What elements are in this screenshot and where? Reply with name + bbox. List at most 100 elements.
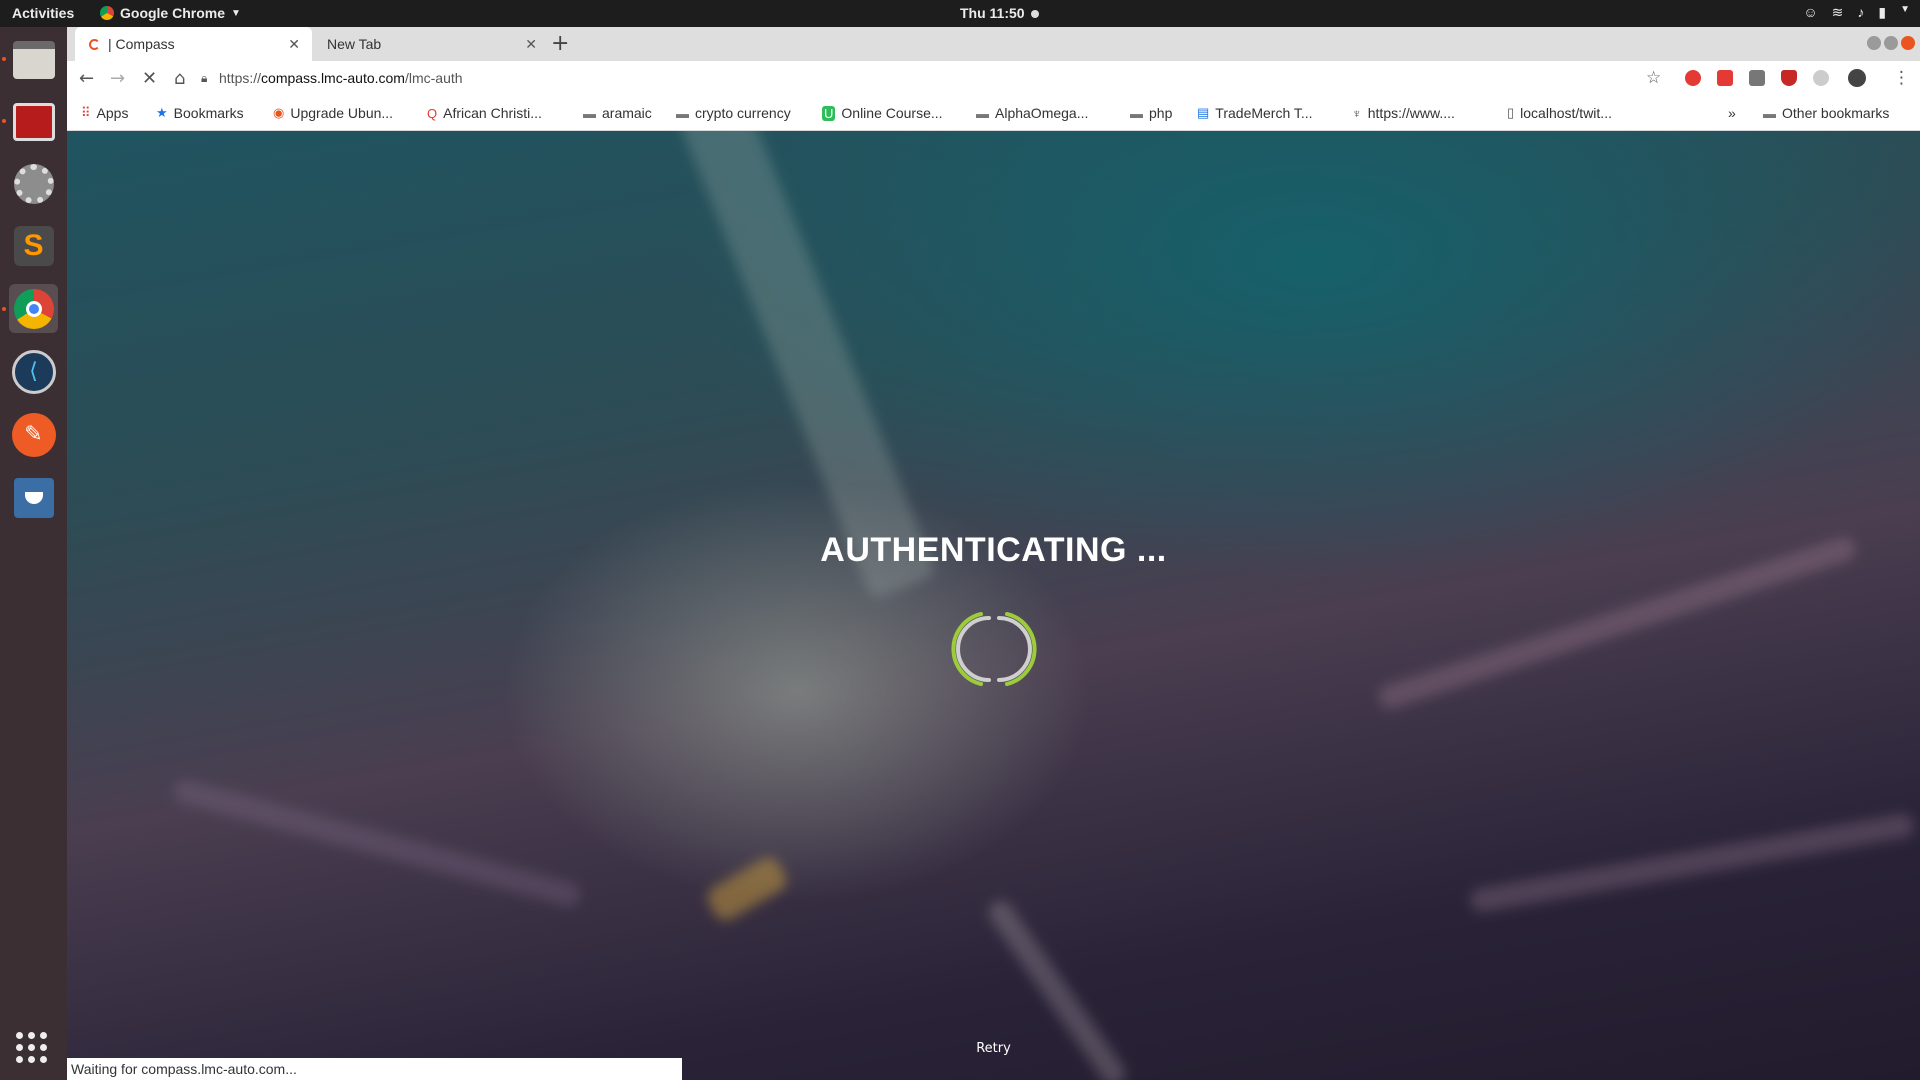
wifi-icon: ≋ [1831, 4, 1844, 20]
running-indicator [2, 307, 6, 311]
bookmark-african-christian[interactable]: Q African Christi... [427, 105, 542, 121]
page-content: AUTHENTICATING ... Retry [67, 131, 1920, 1080]
system-top-bar: Activities Google Chrome ▼ Thu 11:50 ☺ ≋… [0, 0, 1920, 27]
bookmark-aramaic[interactable]: ▬ aramaic [583, 105, 652, 121]
maximize-button[interactable] [1884, 36, 1898, 50]
bookmark-online-courses[interactable]: U Online Course... [822, 105, 943, 121]
dock-sublime-icon[interactable]: S [9, 221, 58, 270]
close-tab-icon[interactable]: ✕ [525, 36, 537, 53]
doc-icon: ▤ [1197, 105, 1210, 120]
bookmark-https-www[interactable]: ♆ https://www.... [1352, 105, 1455, 121]
trophy-icon: ♆ [1352, 105, 1362, 121]
folder-icon: ▬ [1130, 105, 1143, 121]
battery-icon: ▮ [1878, 4, 1887, 20]
background-light-streak [703, 853, 791, 925]
sync-extension-icon[interactable] [1813, 70, 1829, 86]
stop-loading-icon[interactable]: ✕ [142, 68, 157, 89]
user-icon: ☺ [1803, 4, 1818, 20]
bookmark-label: TradeMerch T... [1215, 105, 1313, 121]
youtube-extension-icon[interactable] [1717, 70, 1733, 86]
bookmark-label: Upgrade Ubun... [290, 105, 394, 121]
bookmark-label: aramaic [602, 105, 652, 121]
tab-compass[interactable]: | Compass ✕ [75, 27, 312, 61]
extension-icon[interactable] [1749, 70, 1765, 86]
running-indicator [2, 57, 6, 61]
dock-app-icon[interactable] [9, 473, 58, 522]
retry-link[interactable]: Retry [67, 1041, 1920, 1056]
system-tray[interactable]: ☺ ≋ ♪ ▮ ▼ [1803, 4, 1910, 21]
red-q-icon: Q [427, 105, 438, 121]
opera-extension-icon[interactable] [1685, 70, 1701, 86]
dock-settings-icon[interactable] [9, 159, 58, 208]
running-indicator [2, 119, 6, 123]
activities-button[interactable]: Activities [12, 5, 74, 21]
menu-kebab-icon[interactable]: ⋮ [1893, 68, 1910, 88]
url-scheme: https:// [219, 70, 262, 86]
url-path: /lmc-auth [404, 70, 463, 86]
show-applications-icon[interactable] [16, 1032, 48, 1064]
tab-label: New Tab [327, 36, 382, 52]
browser-toolbar: ← → ✕ ⌂ 🔒︎ https://compass.lmc-auto.com/… [67, 61, 1920, 97]
shield-extension-icon[interactable] [1781, 70, 1797, 86]
bookmarks-overflow-button[interactable]: » [1728, 105, 1736, 121]
page-icon: ▯ [1507, 105, 1515, 120]
dock-terminal-icon[interactable] [9, 97, 58, 146]
app-name: Google Chrome [120, 5, 226, 21]
tab-new-tab[interactable]: New Tab ✕ [313, 27, 549, 61]
authenticating-heading: AUTHENTICATING ... [820, 531, 1167, 569]
ubuntu-icon: ◉ [273, 105, 285, 120]
bookmark-label: AlphaOmega... [995, 105, 1089, 121]
tab-label: | Compass [108, 36, 175, 52]
url-host: compass.lmc-auto.com [261, 70, 405, 86]
lock-icon[interactable]: 🔒︎ [201, 71, 207, 86]
clock[interactable]: Thu 11:50 [960, 5, 1025, 21]
background-light-streak [1468, 812, 1916, 914]
dock-postman-icon[interactable]: ✎ [9, 410, 58, 459]
address-bar[interactable]: https://compass.lmc-auto.com/lmc-auth [219, 70, 463, 86]
chrome-small-icon [100, 6, 114, 20]
apps-grid-icon: ⠿ [81, 105, 91, 120]
dock-chrome-icon[interactable] [9, 284, 58, 333]
status-bubble: Waiting for compass.lmc-auto.com... [67, 1058, 682, 1080]
bookmark-other-bookmarks[interactable]: ▬ Other bookmarks [1763, 105, 1889, 121]
profile-avatar[interactable] [1848, 69, 1866, 87]
dock-files-icon[interactable] [9, 35, 58, 84]
app-menu[interactable]: Google Chrome ▼ [100, 5, 241, 21]
folder-icon: ▬ [1763, 105, 1776, 121]
bookmarks-bar: ⠿ Apps ★ Bookmarks ◉ Upgrade Ubun... Q Afric… [67, 97, 1920, 131]
bookmark-crypto-currency[interactable]: ▬ crypto currency [676, 105, 791, 121]
bookmark-label: php [1149, 105, 1173, 121]
browser-window: | Compass ✕ New Tab ✕ + ← → ✕ ⌂ 🔒︎ https… [67, 27, 1920, 131]
bookmark-alphaomega[interactable]: ▬ AlphaOmega... [976, 105, 1088, 121]
bookmark-localhost[interactable]: ▯ localhost/twit... [1507, 105, 1612, 121]
star-icon: ★ [156, 105, 168, 120]
bookmark-label: localhost/twit... [1520, 105, 1612, 121]
minimize-button[interactable] [1867, 36, 1881, 50]
bookmark-label: Bookmarks [173, 105, 244, 121]
loading-spinner-icon [89, 38, 100, 50]
bookmark-label: Online Course... [841, 105, 943, 121]
udemy-icon: U [822, 105, 836, 121]
bookmark-label: crypto currency [695, 105, 791, 121]
close-window-button[interactable] [1901, 36, 1915, 50]
bookmark-upgrade-ubuntu[interactable]: ◉ Upgrade Ubun... [273, 105, 393, 121]
volume-icon: ♪ [1857, 4, 1865, 20]
chevron-down-icon: ▼ [1900, 4, 1910, 15]
tab-strip: | Compass ✕ New Tab ✕ + [67, 27, 1920, 61]
dock-kodi-icon[interactable]: ⟨ [9, 347, 58, 396]
background-light-streak [677, 131, 937, 601]
home-icon[interactable]: ⌂ [174, 68, 185, 89]
bookmark-star-icon[interactable]: ☆ [1646, 68, 1661, 88]
folder-icon: ▬ [583, 105, 596, 121]
forward-arrow-icon[interactable]: → [110, 68, 125, 89]
bookmark-trademerch[interactable]: ▤ TradeMerch T... [1197, 105, 1313, 121]
close-tab-icon[interactable]: ✕ [288, 36, 300, 53]
back-arrow-icon[interactable]: ← [79, 68, 94, 89]
bookmark-label: African Christi... [443, 105, 542, 121]
bookmark-php[interactable]: ▬ php [1130, 105, 1172, 121]
loading-spinner-icon [951, 612, 1037, 686]
bookmark-label: Other bookmarks [1782, 105, 1890, 121]
bookmark-apps[interactable]: ⠿ Apps [81, 105, 128, 121]
new-tab-button[interactable]: + [551, 31, 569, 56]
bookmark-bookmarks[interactable]: ★ Bookmarks [156, 105, 244, 121]
